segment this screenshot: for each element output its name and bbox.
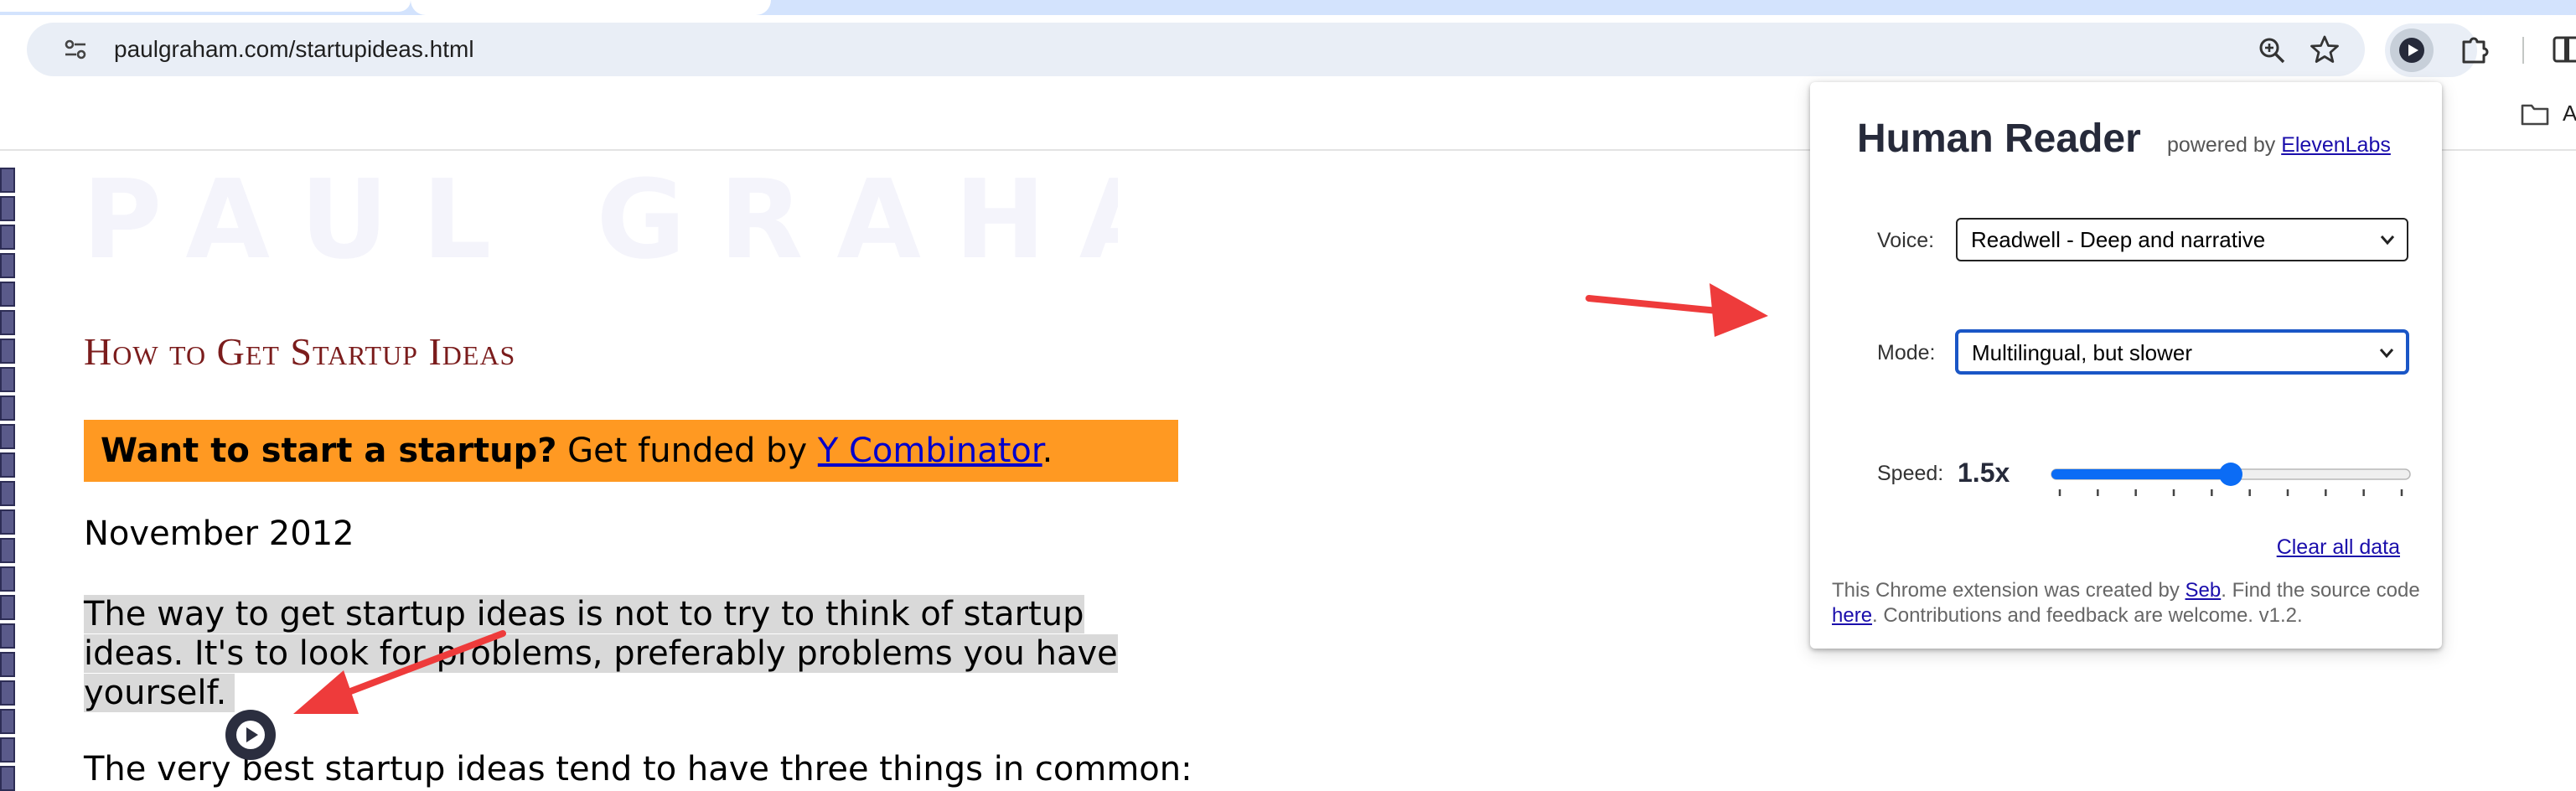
tab-previous[interactable] [0, 0, 411, 12]
article-title: How to Get Startup Ideas [84, 330, 516, 373]
selected-text[interactable]: The way to get startup ideas is not to t… [84, 595, 1118, 712]
powered-by-text: powered by [2167, 133, 2276, 157]
elevenlabs-link[interactable]: ElevenLabs [2281, 133, 2391, 157]
slider-thumb[interactable] [2219, 463, 2242, 486]
seb-link[interactable]: Seb [2185, 579, 2222, 602]
source-link[interactable]: here [1832, 604, 1872, 627]
inline-play-button[interactable] [225, 709, 277, 761]
footer-text-1: This Chrome extension was created by [1832, 579, 2185, 602]
puzzle-icon[interactable] [2459, 34, 2491, 65]
footer-text-2: . Find the source code [2221, 579, 2420, 602]
banner-bold: Want to start a startup? [101, 432, 557, 470]
speed-slider[interactable] [2048, 456, 2413, 506]
url-text[interactable]: paulgraham.com/startupideas.html [114, 36, 474, 63]
site-info-icon[interactable] [64, 38, 87, 61]
banner-text: Get funded by [556, 432, 818, 470]
address-bar[interactable]: paulgraham.com/startupideas.html [27, 23, 2365, 76]
side-panel-icon[interactable] [2553, 35, 2576, 64]
popup-title: Human Reader [1857, 116, 2141, 161]
play-icon[interactable] [2398, 37, 2425, 64]
tab-next[interactable] [411, 0, 771, 15]
voice-label: Voice: [1877, 229, 1935, 252]
footer-text-3: . Contributions and feedback are welcome… [1872, 604, 2303, 627]
mode-value: Multilingual, but slower [1972, 340, 2193, 365]
powered-by: powered by ElevenLabs [2167, 132, 2391, 158]
paragraph-1: The way to get startup ideas is not to t… [84, 595, 1173, 713]
banner-end: . [1042, 432, 1053, 470]
clear-all-data-link[interactable]: Clear all data [2277, 535, 2400, 560]
slider-ticks [2058, 489, 2403, 496]
article-date: November 2012 [84, 514, 354, 553]
folder-icon[interactable] [2521, 102, 2549, 126]
mode-select[interactable]: Multilingual, but slower [1956, 330, 2408, 374]
voice-value: Readwell - Deep and narrative [1971, 227, 2266, 252]
voice-select[interactable]: Readwell - Deep and narrative [1956, 218, 2408, 261]
url-path: /startupideas.html [288, 36, 474, 62]
url-host: paulgraham.com [114, 36, 289, 62]
speed-value: 1.5x [1958, 458, 2010, 488]
toolbar-separator [2522, 37, 2524, 64]
human-reader-popup: Human Reader powered by ElevenLabs Voice… [1810, 82, 2442, 649]
site-logo[interactable]: PAUL GRAHAM [82, 159, 1118, 280]
yc-link[interactable]: Y Combinator [818, 432, 1042, 470]
chevron-down-icon [2380, 235, 2395, 246]
popup-footer: This Chrome extension was created by Seb… [1832, 578, 2422, 628]
left-decoration-strip [0, 168, 15, 791]
bookmark-folder-label[interactable]: A [2563, 101, 2576, 127]
zoom-icon[interactable] [2258, 36, 2286, 65]
speed-label: Speed: [1877, 462, 1944, 485]
arrow-to-popup [1585, 283, 1768, 337]
yc-banner: Want to start a startup? Get funded by Y… [84, 420, 1178, 482]
mode-label: Mode: [1877, 341, 1936, 364]
bookmark-star-icon[interactable] [2310, 34, 2340, 65]
slider-fill [2051, 469, 2231, 479]
chevron-down-icon [2379, 349, 2394, 359]
